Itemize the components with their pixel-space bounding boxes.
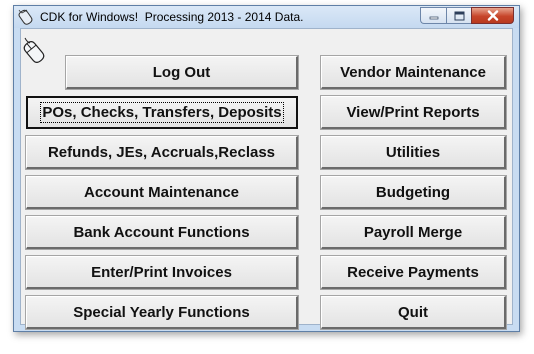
payroll-merge-label: Payroll Merge [363, 223, 463, 241]
enter-print-invoices-button[interactable]: Enter/Print Invoices [25, 255, 299, 290]
close-icon [487, 10, 498, 21]
vendor-maintenance-label: Vendor Maintenance [340, 63, 486, 81]
receive-payments-button[interactable]: Receive Payments [320, 255, 507, 290]
refunds-label: Refunds, JEs, Accruals,Reclass [47, 143, 276, 161]
quit-button[interactable]: Quit [320, 295, 507, 330]
account-maintenance-button[interactable]: Account Maintenance [25, 175, 299, 210]
budgeting-label: Budgeting [375, 183, 451, 201]
enter-print-invoices-label: Enter/Print Invoices [91, 263, 232, 281]
special-yearly-functions-label: Special Yearly Functions [73, 303, 250, 321]
pos-checks-transfers-deposits-button[interactable]: POs, Checks, Transfers, Deposits [26, 96, 298, 129]
payroll-merge-button[interactable]: Payroll Merge [320, 215, 507, 250]
window-title: CDK for Windows! Processing 2013 - 2014 … [40, 10, 304, 24]
account-maintenance-label: Account Maintenance [83, 183, 240, 201]
main-window: CDK for Windows! Processing 2013 - 2014 … [13, 5, 520, 332]
minimize-button[interactable] [420, 7, 446, 24]
view-print-reports-button[interactable]: View/Print Reports [320, 95, 507, 130]
mouse-icon [23, 37, 45, 63]
view-print-reports-label: View/Print Reports [346, 103, 480, 121]
maximize-icon [454, 11, 464, 20]
minimize-icon [429, 16, 438, 19]
main-menu-panel: Log Out POs, Checks, Transfers, Deposits… [20, 28, 513, 330]
special-yearly-functions-button[interactable]: Special Yearly Functions [25, 295, 299, 330]
mouse-icon [18, 9, 33, 25]
budgeting-button[interactable]: Budgeting [320, 175, 507, 210]
maximize-button[interactable] [446, 7, 471, 24]
bank-account-functions-label: Bank Account Functions [73, 223, 250, 241]
title-bar[interactable]: CDK for Windows! Processing 2013 - 2014 … [14, 6, 519, 28]
quit-label: Quit [398, 303, 428, 321]
log-out-label: Log Out [152, 63, 211, 81]
bank-account-functions-button[interactable]: Bank Account Functions [25, 215, 299, 250]
window-controls [420, 7, 514, 25]
pos-checks-label: POs, Checks, Transfers, Deposits [40, 102, 284, 123]
vendor-maintenance-button[interactable]: Vendor Maintenance [320, 55, 507, 90]
refunds-jes-accruals-button[interactable]: Refunds, JEs, Accruals,Reclass [25, 135, 299, 170]
receive-payments-label: Receive Payments [347, 263, 479, 281]
utilities-label: Utilities [385, 143, 441, 161]
utilities-button[interactable]: Utilities [320, 135, 507, 170]
close-button[interactable] [471, 7, 514, 24]
log-out-button[interactable]: Log Out [65, 55, 299, 90]
